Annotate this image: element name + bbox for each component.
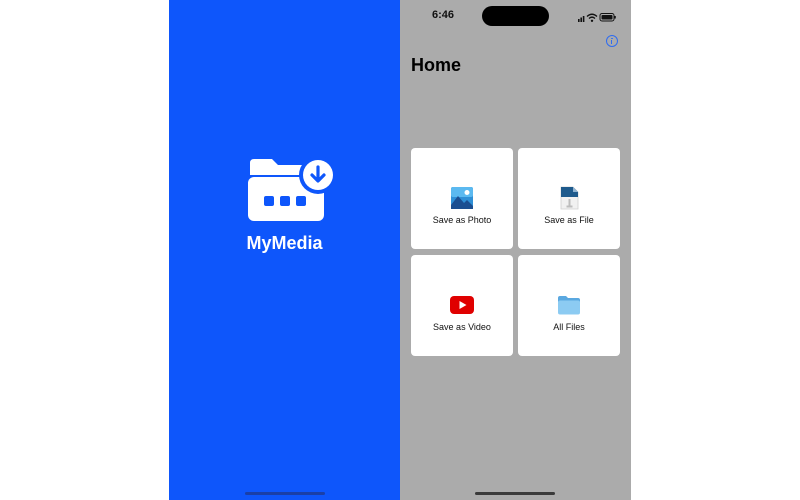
page-title: Home <box>411 55 462 75</box>
status-icons <box>578 10 618 28</box>
photo-icon <box>451 187 473 209</box>
status-time: 6:46 <box>432 9 455 21</box>
save-as-video-button[interactable]: Save as Video <box>411 255 513 356</box>
tile-label: Save as File <box>544 215 594 225</box>
dynamic-island <box>482 6 549 26</box>
home-indicator[interactable] <box>245 492 325 495</box>
folder-download-icon <box>248 156 337 221</box>
action-grid: Save as Photo Save as File Save as Video <box>411 148 620 357</box>
video-play-icon <box>450 296 474 314</box>
info-icon[interactable] <box>606 35 618 47</box>
all-files-button[interactable]: All Files <box>518 255 620 356</box>
home-screen: 6:46 Home Save as Photo Save as File Sav… <box>400 0 631 500</box>
wifi-icon <box>586 13 598 22</box>
app-name: MyMedia <box>246 233 323 253</box>
file-icon <box>560 186 579 210</box>
tile-label: Save as Video <box>433 322 491 332</box>
save-as-photo-button[interactable]: Save as Photo <box>411 148 513 249</box>
battery-icon <box>599 13 616 22</box>
splash-screen: MyMedia <box>169 0 400 500</box>
save-as-file-button[interactable]: Save as File <box>518 148 620 249</box>
folder-icon <box>558 296 580 315</box>
tile-label: Save as Photo <box>432 215 492 225</box>
tile-label: All Files <box>553 322 585 332</box>
cellular-signal-icon <box>578 16 585 22</box>
home-indicator[interactable] <box>475 492 555 495</box>
